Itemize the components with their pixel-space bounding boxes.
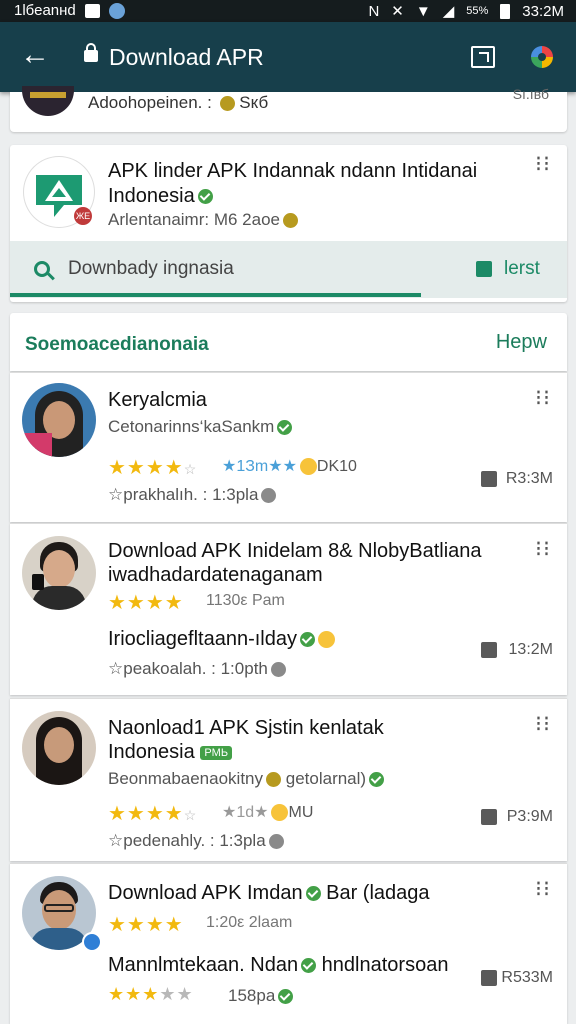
more-options-icon[interactable]: ⁝⁝: [535, 538, 551, 560]
item-count: P3:9M: [506, 808, 553, 825]
share-icon[interactable]: [471, 46, 495, 68]
rating-stars: ★★★★☆: [108, 457, 198, 479]
battery-percent: 55%: [466, 5, 489, 17]
thumbs-up-icon: [481, 471, 497, 487]
image-notification-icon: [84, 3, 100, 18]
rating-stars: ★★★★: [108, 914, 184, 936]
thumbs-up-icon: [476, 261, 492, 277]
back-arrow-icon[interactable]: ←: [20, 40, 50, 70]
top-card-meta: Adoohopeinen. : Sкб: [88, 93, 269, 112]
thumbs-up-icon: [481, 642, 497, 658]
featured-app-icon: ЖЕ: [24, 157, 94, 227]
thumbs-up-icon: [481, 970, 497, 986]
item-subtitle: Cetonarinns‘kaSankm: [108, 417, 293, 437]
item-title: Download APK Imdan Bar (ladaga: [108, 882, 430, 904]
location-icon[interactable]: [531, 46, 553, 68]
item-count: R3:3M: [505, 470, 553, 487]
avatar: [22, 536, 96, 610]
rating-stars: ★★★★☆: [108, 803, 198, 825]
verified-icon: [301, 958, 317, 974]
more-options-icon[interactable]: ⁝⁝: [535, 153, 551, 175]
search-text: Downbady ingnasia: [68, 258, 234, 279]
app-bar: ← Download APR: [0, 22, 576, 92]
battery-icon: [500, 3, 511, 19]
bottom-rating-stars: ★★★★★: [108, 984, 194, 1004]
featured-title-line1: APK linder APK Indannak ndann Intidanai: [108, 160, 478, 182]
item-line3-title: Iriocliagefltaann-ılday: [108, 628, 335, 651]
featured-meta: Arlentanaimr: M6 2aoe: [108, 210, 298, 230]
verified-icon: [277, 420, 293, 436]
info-icon: [270, 662, 286, 678]
verified-icon: [266, 772, 282, 788]
rating-stars: ★★★★: [108, 592, 184, 614]
clock: 33:2M: [522, 2, 564, 20]
top-partial-card[interactable]: Adoohopeinen. : Sкб Sı.ıвб: [10, 86, 567, 132]
verified-icon: [197, 189, 213, 205]
item-count: 13:2M: [508, 641, 553, 658]
avatar: [22, 383, 96, 457]
list-item[interactable]: Naonload1 APK Sjstin kenlatak Indonesia …: [10, 698, 567, 861]
item-count: R533M: [501, 969, 553, 986]
list-item[interactable]: Keryalcmia Cetonarinns‘kaSankm ★★★★☆ ★1З…: [10, 372, 567, 522]
featured-icon-badge: ЖЕ: [74, 207, 92, 225]
section-title: Soemoacedianonaia: [25, 334, 209, 355]
featured-action-label[interactable]: lerst: [504, 258, 540, 280]
item-meta: 158pa: [228, 986, 294, 1006]
section-header: Soemoacedianonaia Hepw: [10, 313, 567, 371]
rating-text: 1:20ε 2laam: [206, 914, 293, 931]
list-item[interactable]: Download APK Inidelam 8& NlobyBatliana i…: [10, 523, 567, 695]
avatar: [22, 711, 96, 785]
top-card-right: Sı.ıвб: [512, 86, 549, 102]
list-item[interactable]: Download APK Imdan Bar (ladaga ★★★★ 1:20…: [10, 863, 567, 1024]
verified-icon: [305, 886, 321, 902]
info-icon: [268, 834, 284, 850]
item-tag: PMЬ: [200, 745, 233, 760]
item-subtitle: Beonmabaenaokitny getolarnal): [108, 769, 385, 789]
status-bar: 1lбеanнd N ✕ ▼ ◢ 55% 33:2M: [0, 0, 576, 22]
carrier-text: 1lбеanнd: [14, 2, 76, 19]
item-line3-title: Mannlmtekaan. Ndan hndlnatorsoan: [108, 954, 449, 976]
item-title-line2: iwadhadardatenaganam: [108, 564, 323, 586]
lock-icon: [84, 43, 98, 62]
verified-badge-icon: [82, 932, 102, 952]
nfc-icon: N: [368, 2, 380, 20]
verified-icon: [219, 96, 235, 112]
mute-icon: ✕: [391, 3, 404, 20]
featured-progress: [10, 293, 421, 297]
item-meta: ☆peakoalah. : 1:0pth: [108, 659, 286, 679]
more-options-icon[interactable]: ⁝⁝: [535, 387, 551, 409]
signal-icon: ◢: [442, 3, 455, 20]
rating-text: ★1Зm★★ DK10: [222, 458, 357, 476]
info-icon: [261, 488, 277, 504]
rating-text: ★1d★ MU: [222, 804, 314, 822]
item-title: Keryalcmia: [108, 389, 207, 411]
emoji-icon: [318, 631, 335, 649]
verified-icon: [278, 989, 294, 1005]
item-title-line2: Indonesia PMЬ: [108, 741, 233, 764]
wifi-icon: ▼: [415, 2, 431, 20]
app-notification-icon: [108, 2, 125, 19]
emoji-icon: [271, 804, 289, 822]
emoji-icon: [299, 458, 317, 476]
item-meta: ☆prakhalıh. : 1:3pla: [108, 485, 277, 505]
featured-search-bar[interactable]: Downbady ingnasia lerst: [10, 241, 567, 298]
verified-icon: [300, 632, 315, 648]
more-options-icon[interactable]: ⁝⁝: [535, 878, 551, 900]
rating-text: 1130ε Pam: [206, 592, 285, 609]
verified-icon: [282, 213, 298, 229]
featured-app-card[interactable]: ЖЕ APK linder APK Indannak ndann Intidan…: [10, 145, 567, 302]
section-action[interactable]: Hepw: [496, 331, 547, 354]
featured-title-line2: Indonesia: [108, 185, 213, 208]
thumbs-up-icon: [481, 809, 497, 825]
app-title: Download APR: [109, 44, 264, 70]
item-meta: ☆pedenahly. : 1:3pla: [108, 831, 284, 851]
top-card-thumbnail: [22, 86, 74, 116]
verified-icon: [369, 772, 385, 788]
item-title: Download APK Inidelam 8& NlobyBatliana: [108, 540, 482, 562]
item-title: Naonload1 APK Sjstin kenlatak: [108, 717, 384, 739]
more-options-icon[interactable]: ⁝⁝: [535, 713, 551, 735]
